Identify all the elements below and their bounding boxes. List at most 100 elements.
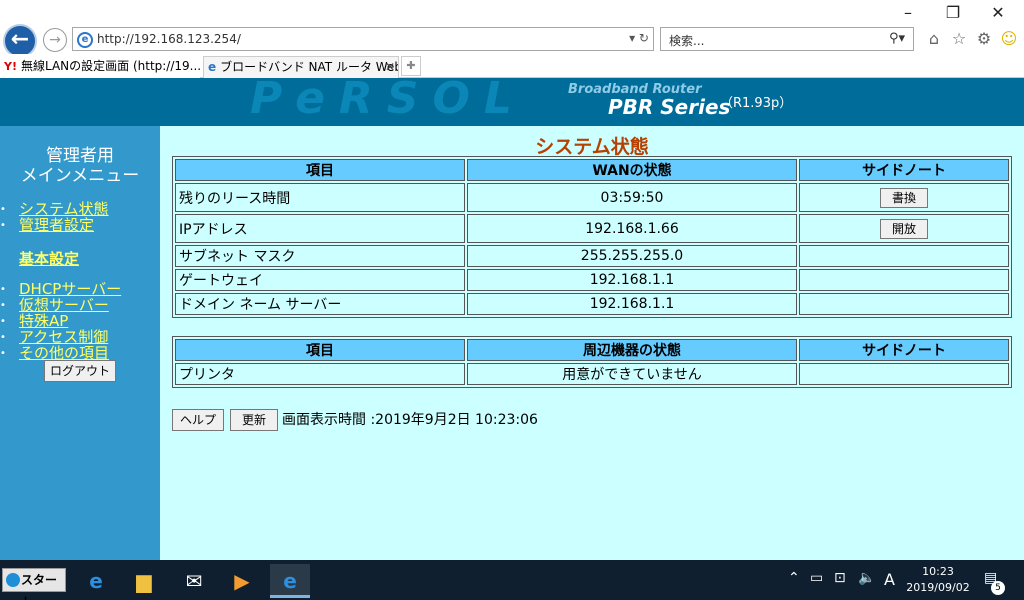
gear-icon[interactable]: ⚙ [973, 28, 995, 50]
banner-series: PBR Series [608, 95, 731, 119]
menu-title: 管理者用 メインメニュー [20, 146, 140, 186]
row-value: 255.255.255.0 [467, 245, 797, 267]
search-placeholder: 検索... [669, 34, 705, 48]
column-header: 項目 [175, 339, 465, 361]
table-header-row: 項目 WANの状態 サイドノート [175, 159, 1009, 181]
column-header: サイドノート [799, 159, 1009, 181]
close-window-button[interactable]: ✕ [984, 2, 1012, 24]
address-field[interactable]: e http://192.168.123.254/ ▾ ↻ [72, 27, 654, 51]
row-item: 残りのリース時間 [175, 183, 465, 212]
tab-wireless-lan[interactable]: Y! 無線LANの設定画面 (http://19... [0, 56, 200, 78]
start-orb-icon [6, 573, 20, 587]
table-row: プリンタ 用意ができていません [175, 363, 1009, 385]
table-row: ドメイン ネーム サーバー 192.168.1.1 [175, 293, 1009, 315]
search-icon[interactable]: ⚲▾ [889, 31, 905, 46]
menu-link-admin-settings[interactable]: 管理者設定 [19, 217, 94, 233]
release-button[interactable]: 開放 [880, 218, 928, 239]
notification-badge: 5 [991, 581, 1005, 595]
menu-link-basic-settings[interactable]: 基本設定 [19, 248, 79, 269]
row-value: 192.168.1.1 [467, 269, 797, 291]
row-item: サブネット マスク [175, 245, 465, 267]
forward-button[interactable]: → [43, 28, 67, 52]
row-note [799, 269, 1009, 291]
taskbar: スタート e ▆ ✉ ▶ e ⌃ ▭ ⊡ 🔈 A 10:23 2019/09/0… [0, 560, 1024, 600]
help-button[interactable]: ヘルプ [172, 409, 224, 431]
edge-icon[interactable]: e [76, 564, 116, 598]
row-item: IPアドレス [175, 214, 465, 243]
wan-status-table: 項目 WANの状態 サイドノート 残りのリース時間 03:59:50 書換 IP… [172, 156, 1012, 318]
row-value: 192.168.1.66 [467, 214, 797, 243]
column-header: WANの状態 [467, 159, 797, 181]
clock-date: 2019/09/02 [906, 581, 970, 594]
device-tray-icon[interactable]: ▭ [810, 570, 823, 586]
bullet: • [0, 332, 6, 343]
clock[interactable]: 10:23 2019/09/02 [906, 564, 970, 596]
column-header: サイドノート [799, 339, 1009, 361]
volume-icon[interactable]: 🔈 [858, 570, 875, 586]
bullet: • [0, 300, 6, 311]
address-text: http://192.168.123.254/ [97, 32, 241, 46]
menu-link-access-control[interactable]: アクセス制御 [19, 329, 108, 345]
router-banner: PeRSOL Broadband Router PBR Series （R1.9… [0, 73, 1024, 126]
row-note [799, 245, 1009, 267]
start-label: スタート [21, 573, 58, 600]
table-row: 残りのリース時間 03:59:50 書換 [175, 183, 1009, 212]
tab-label: 無線LANの設定画面 (http://19... [20, 59, 200, 73]
row-note [799, 293, 1009, 315]
renew-button[interactable]: 書換 [880, 187, 928, 208]
menu-link-system-status[interactable]: システム状態 [19, 201, 109, 217]
start-button[interactable]: スタート [2, 568, 66, 600]
table-row: サブネット マスク 255.255.255.0 [175, 245, 1009, 267]
row-item: ゲートウェイ [175, 269, 465, 291]
row-item: プリンタ [175, 363, 465, 385]
bullet: • [0, 316, 6, 327]
home-icon[interactable]: ⌂ [923, 28, 945, 50]
mail-icon[interactable]: ✉ [174, 564, 214, 598]
row-value: 03:59:50 [467, 183, 797, 212]
bullet: • [0, 284, 6, 295]
table-header-row: 項目 周辺機器の状態 サイドノート [175, 339, 1009, 361]
clock-time: 10:23 [922, 565, 954, 578]
refresh-button[interactable]: 更新 [230, 409, 278, 431]
table-row: IPアドレス 192.168.1.66 開放 [175, 214, 1009, 243]
row-item: ドメイン ネーム サーバー [175, 293, 465, 315]
favorites-star-icon[interactable]: ☆ [948, 28, 970, 50]
ie-page-icon: e [77, 32, 93, 48]
row-value: 192.168.1.1 [467, 293, 797, 315]
bullet: • [0, 348, 6, 359]
restore-button[interactable]: ❐ [939, 2, 967, 24]
bullet: • [0, 204, 6, 215]
menu-link-virtual-server[interactable]: 仮想サーバー [19, 297, 109, 313]
network-icon[interactable]: ⊡ [834, 570, 846, 586]
admin-menu-sidebar: 管理者用 メインメニュー • システム状態 • 管理者設定 基本設定 • DHC… [0, 126, 160, 560]
persol-logo: PeRSOL [250, 73, 526, 124]
smiley-feedback-icon[interactable]: ☺ [998, 28, 1020, 50]
bullet: • [0, 220, 6, 231]
page-title: システム状態 [535, 136, 649, 158]
refresh-icon[interactable]: ▾ ↻ [629, 31, 649, 45]
internet-explorer-icon[interactable]: e [270, 564, 310, 598]
menu-link-other-items[interactable]: その他の項目 [19, 345, 109, 361]
yahoo-icon: Y! [4, 60, 17, 73]
column-header: 周辺機器の状態 [467, 339, 797, 361]
tab-label: ブロードバンド NAT ルータ Web ... [220, 60, 399, 74]
main-content: システム状態 項目 WANの状態 サイドノート 残りのリース時間 03:59:5… [160, 126, 1024, 560]
logout-button[interactable]: ログアウト [44, 360, 116, 382]
row-value: 用意ができていません [467, 363, 797, 385]
minimize-button[interactable]: – [894, 2, 922, 24]
column-header: 項目 [175, 159, 465, 181]
menu-link-special-ap[interactable]: 特殊AP [19, 313, 68, 329]
row-action-cell: 書換 [799, 183, 1009, 212]
media-player-icon[interactable]: ▶ [222, 564, 262, 598]
search-field[interactable]: 検索... ⚲▾ [660, 27, 914, 51]
window-title-bar: – ❐ ✕ [0, 0, 1024, 24]
table-row: ゲートウェイ 192.168.1.1 [175, 269, 1009, 291]
row-action-cell: 開放 [799, 214, 1009, 243]
chevron-up-icon[interactable]: ⌃ [788, 570, 800, 586]
menu-link-dhcp-server[interactable]: DHCPサーバー [19, 281, 121, 297]
back-button[interactable]: ← [3, 24, 37, 58]
file-explorer-icon[interactable]: ▆ [124, 564, 164, 598]
address-bar-row: ← → e http://192.168.123.254/ ▾ ↻ 検索... … [0, 24, 1024, 58]
ie-tab-icon: e [208, 60, 217, 74]
ime-indicator[interactable]: A [884, 570, 895, 589]
